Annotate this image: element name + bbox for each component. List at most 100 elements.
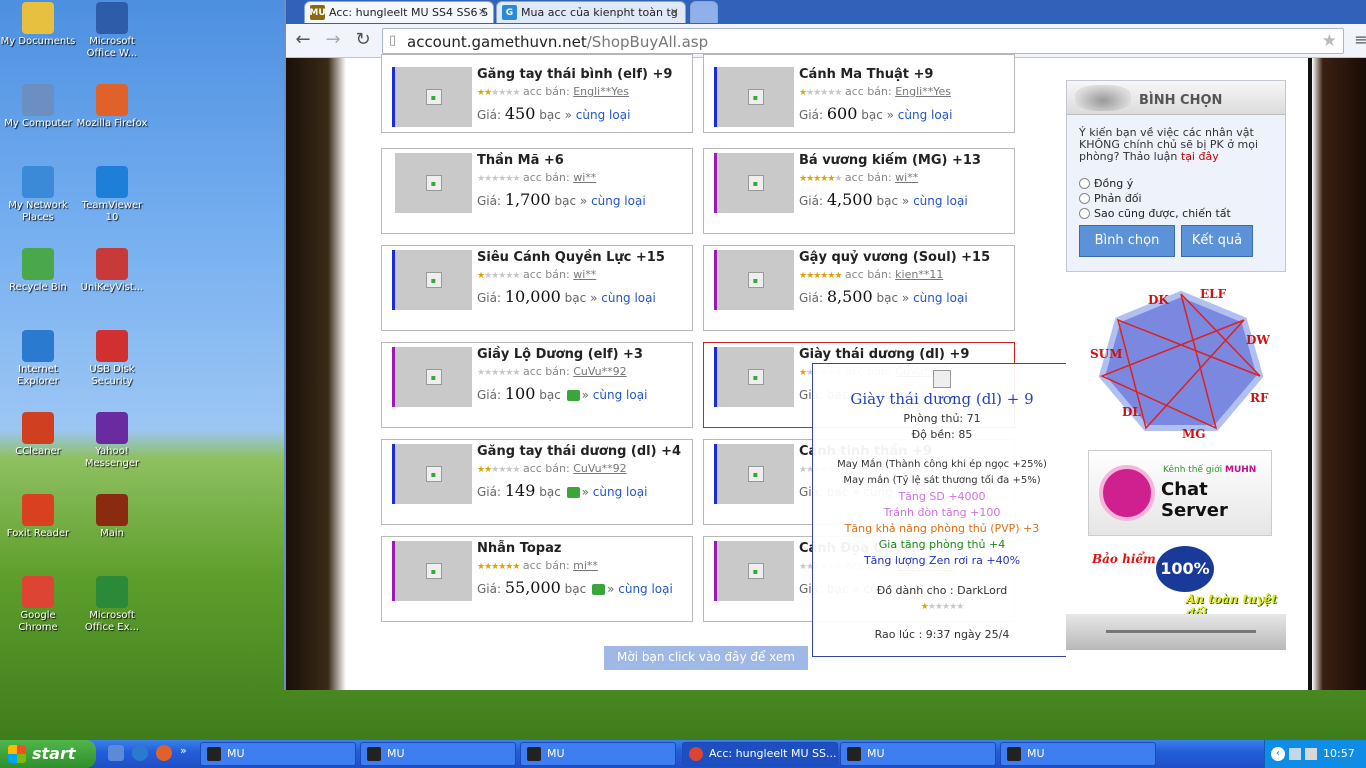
item-thumbnail[interactable]: ▪ (395, 153, 472, 213)
desktop-icon[interactable]: Internet Explorer (0, 330, 76, 388)
item-name[interactable]: Cánh Ma Thuật +9 (799, 67, 933, 82)
insurance-banner[interactable]: Bảo hiểm đồ 100% An toàn tuyệt đối (1088, 544, 1278, 620)
item-card[interactable]: ▪ Nhẫn Topaz ★★★★★★ acc bán: mi** Giá: 55,0… (381, 536, 693, 622)
desktop-icon[interactable]: USB Disk Security (74, 330, 150, 388)
item-thumbnail[interactable]: ▪ (395, 444, 472, 504)
vote-button[interactable]: Bình chọn (1079, 225, 1175, 257)
same-type-link[interactable]: cùng loại (601, 291, 656, 305)
seller-link[interactable]: wi** (573, 171, 596, 184)
seller-link[interactable]: mi** (573, 559, 598, 572)
item-card[interactable]: ▪ Thần Mã +6 ★★★★★★ acc bán: wi** Giá: 1,70… (381, 148, 693, 234)
item-thumbnail[interactable]: ▪ (395, 67, 472, 127)
radio-icon[interactable] (1079, 208, 1090, 219)
item-card[interactable]: ▪ Bá vương kiếm (MG) +13 ★★★★★★ acc bán: w… (703, 148, 1015, 234)
taskbar-task[interactable]: MU (840, 742, 996, 766)
item-name[interactable]: Găng tay thái bình (elf) +9 (477, 67, 672, 82)
item-card[interactable]: ▪ Gậy quỷ vương (Soul) +15 ★★★★★★ acc bán:… (703, 245, 1015, 331)
desktop-icon[interactable]: CCleaner (0, 412, 76, 458)
radio-icon[interactable] (1079, 178, 1090, 189)
desktop-icon[interactable]: Yahoo! Messenger (74, 412, 150, 470)
seller-link[interactable]: Engli**Yes (573, 85, 629, 98)
desktop-icon[interactable]: Foxit Reader (0, 494, 76, 540)
results-button[interactable]: Kết quả (1181, 225, 1253, 257)
quicklaunch-firefox-icon[interactable] (156, 745, 172, 761)
same-type-link[interactable]: cùng loại (591, 194, 646, 208)
same-type-link[interactable]: cùng loại (576, 108, 631, 122)
item-card[interactable]: ▪ Găng tay thái bình (elf) +9 ★★★★★★ acc b… (381, 54, 693, 133)
taskbar-task[interactable]: MU (360, 742, 516, 766)
taskbar-task[interactable]: MU (1000, 742, 1156, 766)
desktop-icon[interactable]: Recycle Bin (0, 248, 76, 294)
tab-close-icon[interactable]: × (670, 5, 679, 18)
taskbar-task[interactable]: MU (520, 742, 676, 766)
clock[interactable]: 10:57 SA (1323, 740, 1366, 768)
item-card[interactable]: ▪ Siêu Cánh Quyền Lực +15 ★★★★★★ acc bán: … (381, 245, 693, 331)
tray-expand-icon[interactable]: ‹ (1271, 747, 1285, 761)
desktop-icon[interactable]: Microsoft Office W... (74, 2, 150, 60)
item-name[interactable]: Giày thái dương (dl) +9 (799, 347, 969, 362)
item-thumbnail[interactable]: ▪ (395, 347, 472, 407)
new-tab-button[interactable] (690, 1, 718, 23)
desktop-icon[interactable]: My Computer (0, 84, 76, 130)
poll-discuss-link[interactable]: tại đây (1181, 150, 1219, 163)
item-thumbnail[interactable]: ▪ (717, 67, 794, 127)
chat-icon[interactable] (592, 584, 606, 595)
more-button[interactable]: Mời bạn click vào đây để xem tiếp (604, 646, 808, 686)
back-button[interactable]: ← (292, 30, 314, 52)
poll-option-2[interactable]: Phản đối (1079, 192, 1142, 205)
chat-server-banner[interactable]: Kênh thế giới MUHN Chat Server (1088, 450, 1272, 536)
same-type-link[interactable]: cùng loại (913, 291, 968, 305)
item-name[interactable]: Gậy quỷ vương (Soul) +15 (799, 250, 990, 265)
desktop-icon[interactable]: Microsoft Office Ex... (74, 576, 150, 634)
item-card[interactable]: ▪ Găng tay thái dương (dl) +4 ★★★★★★ acc b… (381, 439, 693, 525)
item-thumbnail[interactable]: ▪ (717, 347, 794, 407)
reload-button[interactable]: ↻ (352, 30, 374, 52)
item-thumbnail[interactable]: ▪ (395, 250, 472, 310)
chat-icon[interactable] (566, 390, 580, 401)
item-card[interactable]: ▪ Giầy Lộ Dương (elf) +3 ★★★★★★ acc bán: C… (381, 342, 693, 428)
forward-button[interactable]: → (322, 30, 344, 52)
seller-link[interactable]: wi** (895, 171, 918, 184)
taskbar-task[interactable]: MU (200, 742, 356, 766)
item-thumbnail[interactable]: ▪ (717, 541, 794, 601)
poll-option-1[interactable]: Đồng ý (1079, 177, 1133, 190)
item-name[interactable]: Găng tay thái dương (dl) +4 (477, 444, 681, 459)
seller-link[interactable]: Engli**Yes (895, 85, 951, 98)
seller-link[interactable]: wi** (573, 268, 596, 281)
browser-tab[interactable]: MU Acc: hungleelt MU SS4 SS6 S × (304, 1, 494, 23)
same-type-link[interactable]: cùng loại (913, 194, 968, 208)
seller-link[interactable]: CuVu**92 (573, 365, 626, 378)
volume-icon[interactable] (1305, 748, 1317, 760)
same-type-link[interactable]: cùng loại (593, 388, 648, 402)
item-name[interactable]: Giầy Lộ Dương (elf) +3 (477, 347, 643, 362)
desktop-icon[interactable]: Main (74, 494, 150, 540)
start-button[interactable]: start (0, 740, 96, 768)
radio-icon[interactable] (1079, 193, 1090, 204)
desktop-icon[interactable]: Mozilla Firefox (74, 84, 150, 130)
poll-option-3[interactable]: Sao cũng được, chiến tất (1079, 207, 1231, 220)
chat-icon[interactable] (566, 487, 580, 498)
item-thumbnail[interactable]: ▪ (395, 541, 472, 601)
desktop-icon[interactable]: UniKeyVist... (74, 248, 150, 294)
desktop-icon[interactable]: Google Chrome (0, 576, 76, 634)
item-name[interactable]: Bá vương kiếm (MG) +13 (799, 153, 981, 168)
menu-icon[interactable]: ≡ (1350, 30, 1366, 52)
seller-link[interactable]: kien**11 (895, 268, 943, 281)
seller-link[interactable]: CuVu**92 (573, 462, 626, 475)
desktop-icon[interactable]: My Documents (0, 2, 76, 48)
network-icon[interactable] (1289, 748, 1301, 760)
same-type-link[interactable]: cùng loại (898, 108, 953, 122)
item-name[interactable]: Nhẫn Topaz (477, 541, 561, 556)
quicklaunch-show-desktop-icon[interactable] (108, 745, 124, 761)
quicklaunch-more-icon[interactable]: » (180, 744, 187, 757)
bookmark-star-icon[interactable]: ★ (1322, 31, 1337, 51)
quicklaunch-ie-icon[interactable] (132, 745, 148, 761)
browser-tab[interactable]: G Mua acc của kienpht toàn tg × (496, 1, 686, 23)
item-thumbnail[interactable]: ▪ (717, 444, 794, 504)
tab-close-icon[interactable]: × (478, 5, 487, 18)
desktop-icon[interactable]: TeamViewer 10 (74, 166, 150, 224)
item-name[interactable]: Thần Mã +6 (477, 153, 564, 168)
item-card[interactable]: ▪ Cánh Ma Thuật +9 ★★★★★★ acc bán: Engli**… (703, 54, 1015, 133)
desktop-icon[interactable]: My Network Places (0, 166, 76, 224)
same-type-link[interactable]: cùng loại (593, 485, 648, 499)
